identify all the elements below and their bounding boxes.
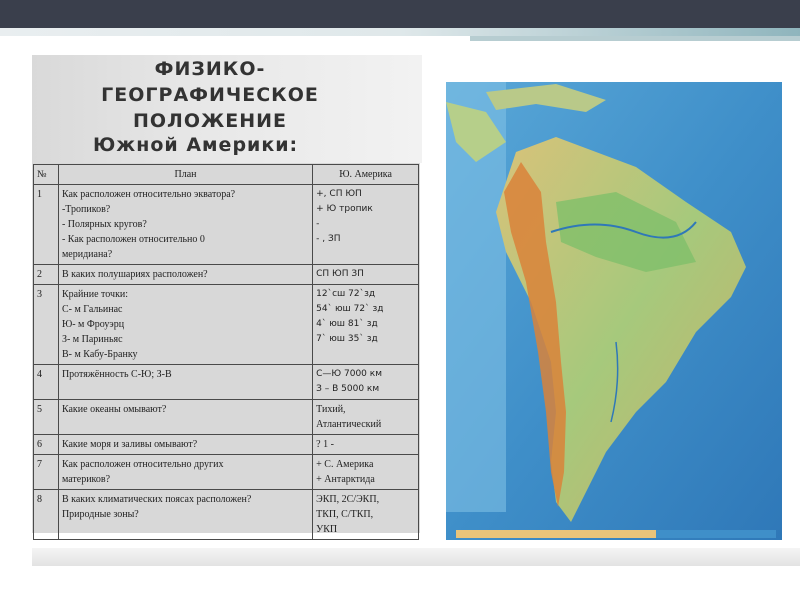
- table-row: 6 Какие моря и заливы омывают? ? 1 -: [33, 434, 419, 455]
- slide-title: ФИЗИКО-ГЕОГРАФИЧЕСКОЕ ПОЛОЖЕНИЕ: [101, 58, 319, 132]
- row-num: 7: [33, 454, 59, 490]
- row-num: 3: [33, 284, 59, 365]
- row-plan: Протяжённость С-Ю; З-В: [57, 364, 314, 400]
- row-num: 2: [33, 264, 59, 285]
- plan-line: Какие океаны омывают?: [61, 404, 167, 415]
- plan-line: З- м Париньяс: [61, 334, 123, 345]
- row-answer: ЭКП, 2С/ЭКП, ТКП, С/ТКП, УКП: [312, 489, 419, 540]
- table-row: 3 Крайние точки: С- м Гальинас Ю- м Фроу…: [33, 284, 419, 365]
- slide-bottom-edge: [32, 548, 800, 566]
- plan-line: -Тропиков?: [61, 204, 111, 215]
- answer-line: С—Ю 7000 км: [316, 369, 382, 379]
- row-answer: +, СП ЮП + Ю тропик - - , ЗП: [312, 184, 419, 265]
- table-row: 2 В каких полушариях расположен? СП ЮП З…: [33, 264, 419, 285]
- answer-line: 4` юш 81` зд: [316, 319, 378, 329]
- plan-line: Ю- м Фроуэрц: [61, 319, 125, 330]
- plan-line: - Полярных кругов?: [61, 219, 147, 230]
- plan-line: Как расположен относительно других: [61, 459, 224, 470]
- plan-line: С- м Гальинас: [61, 304, 123, 315]
- header-num: №: [33, 164, 59, 185]
- answer-line: УКП: [316, 524, 338, 535]
- table-header-row: № План Ю. Америка: [33, 164, 419, 185]
- row-plan: В каких климатических поясах расположен?…: [57, 489, 314, 540]
- plan-line: В каких полушариях расположен?: [61, 269, 208, 280]
- row-plan: Как расположен относительно других матер…: [57, 454, 314, 490]
- slide-subtitle: Южной Америки:: [93, 134, 299, 156]
- answer-line: - , ЗП: [316, 234, 341, 244]
- row-plan: Какие океаны омывают?: [57, 399, 314, 435]
- top-stripe: [0, 28, 800, 36]
- plan-line: Какие моря и заливы омывают?: [61, 439, 198, 450]
- south-america-physical-map: [446, 82, 782, 540]
- top-stripe-accent: [470, 36, 800, 41]
- legend-bar: [456, 530, 656, 538]
- plan-line: Крайние точки:: [61, 289, 129, 300]
- table-row: 8 В каких климатических поясах расположе…: [33, 489, 419, 540]
- answer-line: ТКП, С/ТКП,: [316, 509, 374, 520]
- legend-bar-water: [656, 530, 776, 538]
- plan-line: материков?: [61, 474, 111, 485]
- row-num: 1: [33, 184, 59, 265]
- answer-line: + Антарктида: [316, 474, 375, 485]
- answer-line: СП ЮП ЗП: [316, 269, 364, 279]
- plan-line: В- м Кабу-Бранку: [61, 349, 138, 360]
- plan-line: - Как расположен относительно 0: [61, 234, 205, 245]
- row-plan: Какие моря и заливы омывают?: [57, 434, 314, 455]
- row-num: 8: [33, 489, 59, 540]
- plan-line: меридиана?: [61, 249, 113, 260]
- row-num: 4: [33, 364, 59, 400]
- plan-line: Протяжённость С-Ю; З-В: [61, 369, 172, 380]
- row-answer: С—Ю 7000 км З – В 5000 км: [312, 364, 419, 400]
- row-num: 6: [33, 434, 59, 455]
- row-answer: СП ЮП ЗП: [312, 264, 419, 285]
- answer-line: ЭКП, 2С/ЭКП,: [316, 494, 380, 505]
- answer-line: 7` юш 35` зд: [316, 334, 378, 344]
- row-plan: Как расположен относительно экватора? -Т…: [57, 184, 314, 265]
- row-num: 5: [33, 399, 59, 435]
- answer-line: -: [316, 219, 320, 229]
- answer-line: + Ю тропик: [316, 204, 373, 214]
- table-row: 4 Протяжённость С-Ю; З-В С—Ю 7000 км З –…: [33, 364, 419, 400]
- answer-line: 12`сш 72`зд: [316, 289, 376, 299]
- answer-line: +, СП ЮП: [316, 189, 362, 199]
- answer-line: + С. Америка: [316, 459, 374, 470]
- top-bar: [0, 0, 800, 28]
- answer-line: 54` юш 72` зд: [316, 304, 384, 314]
- answer-line: З – В 5000 км: [316, 384, 380, 394]
- header-plan: План: [57, 164, 314, 185]
- row-plan: Крайние точки: С- м Гальинас Ю- м Фроуэр…: [57, 284, 314, 365]
- plan-line: Природные зоны?: [61, 509, 139, 520]
- table-row: 7 Как расположен относительно других мат…: [33, 454, 419, 490]
- row-answer: + С. Америка + Антарктида: [312, 454, 419, 490]
- table-row: 5 Какие океаны омывают? Тихий, Атлантиче…: [33, 399, 419, 435]
- plan-line: В каких климатических поясах расположен?: [61, 494, 252, 505]
- row-answer: 12`сш 72`зд 54` юш 72` зд 4` юш 81` зд 7…: [312, 284, 419, 365]
- row-answer: ? 1 -: [312, 434, 419, 455]
- plan-table: № План Ю. Америка 1 Как расположен относ…: [33, 164, 419, 540]
- answer-line: Атлантический: [316, 419, 382, 430]
- row-plan: В каких полушариях расположен?: [57, 264, 314, 285]
- answer-line: Тихий,: [316, 404, 346, 415]
- header-answer: Ю. Америка: [312, 164, 419, 185]
- row-answer: Тихий, Атлантический: [312, 399, 419, 435]
- answer-line: ? 1 -: [316, 439, 334, 450]
- plan-line: Как расположен относительно экватора?: [61, 189, 236, 200]
- table-row: 1 Как расположен относительно экватора? …: [33, 184, 419, 265]
